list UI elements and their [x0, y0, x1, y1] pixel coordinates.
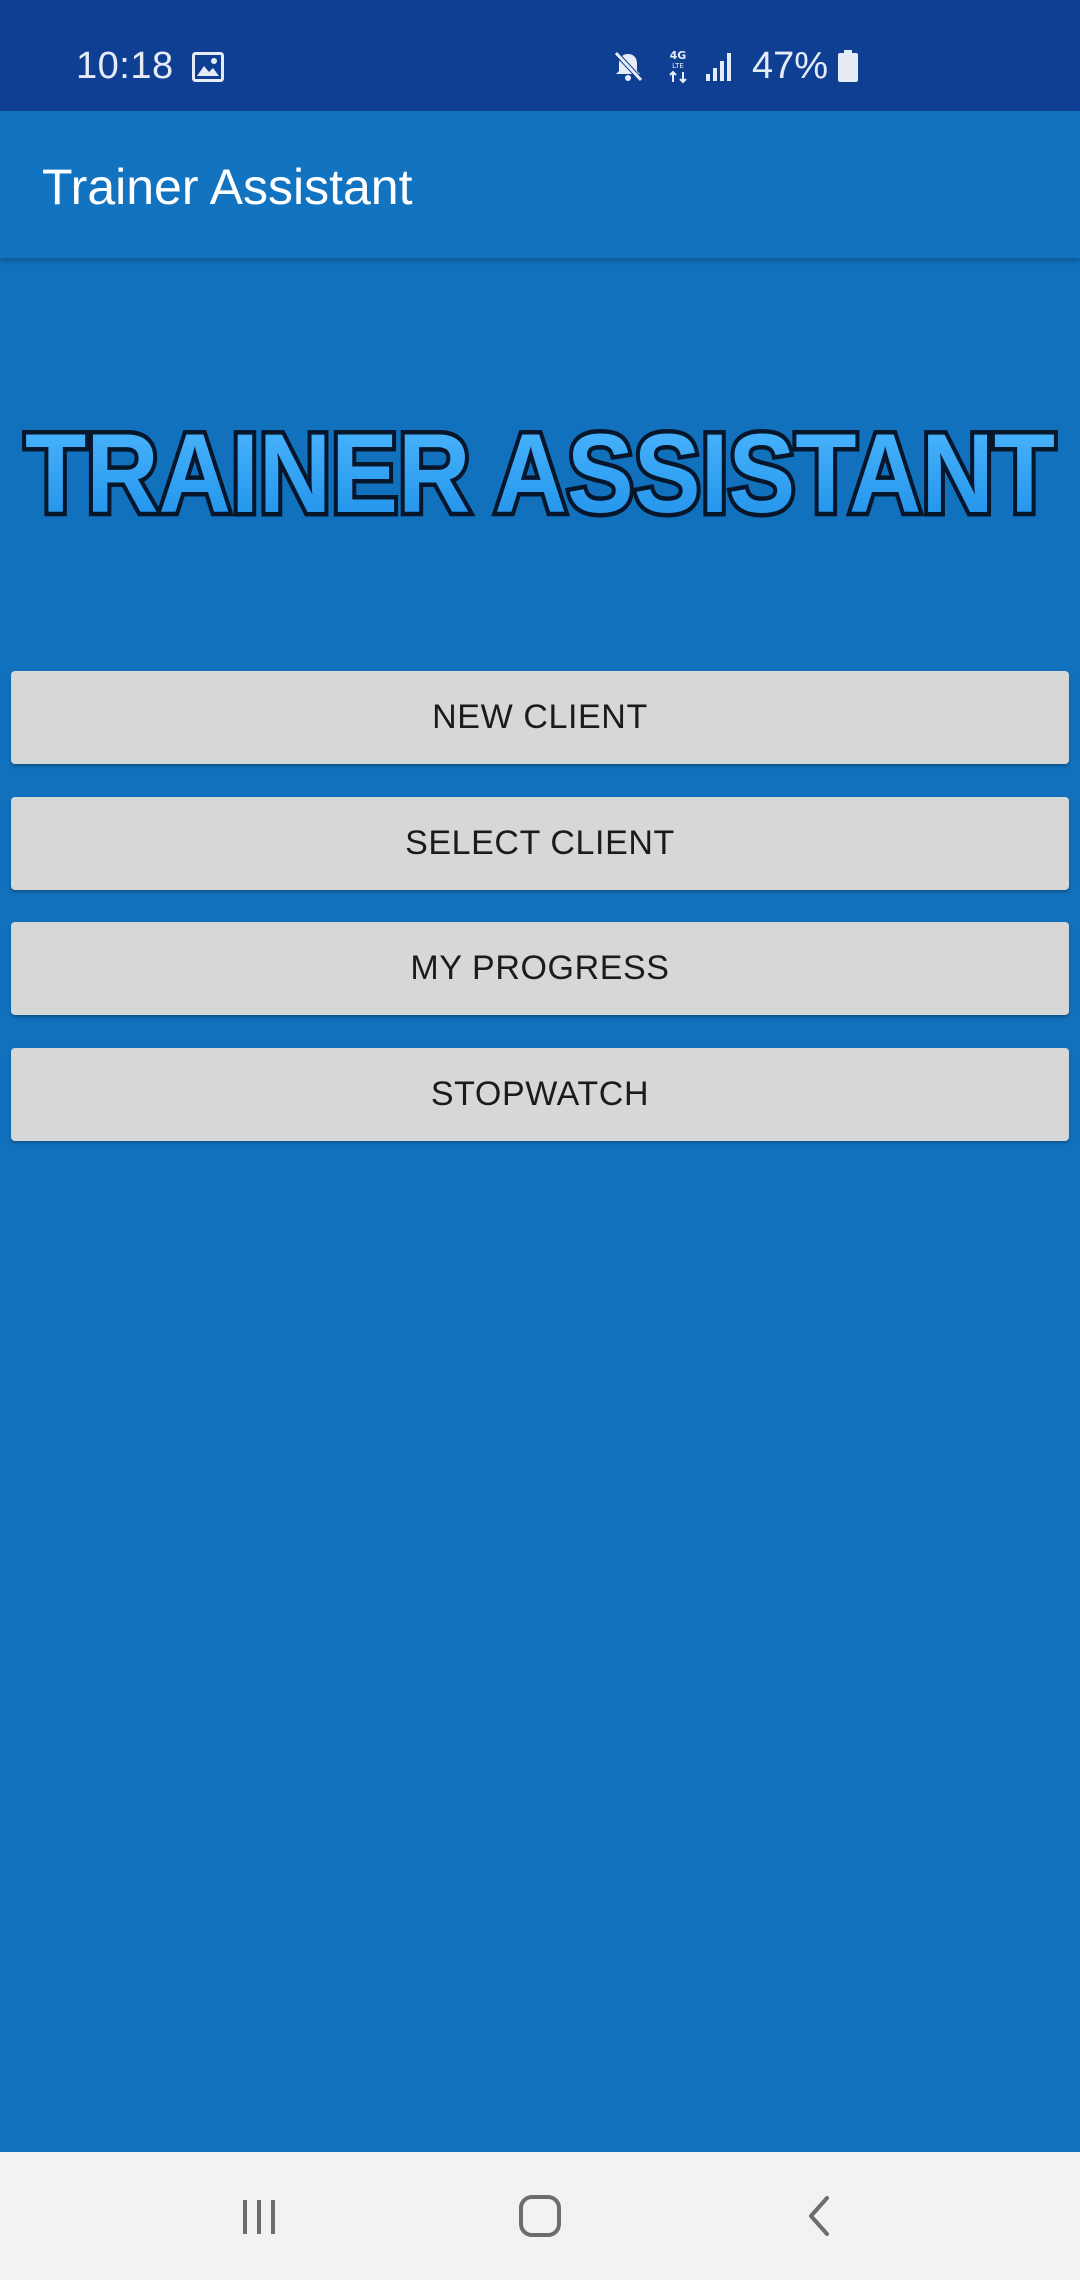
app-bar: Trainer Assistant	[0, 111, 1080, 258]
status-bar: 10:18 4G LTE 47%	[0, 0, 1080, 111]
logo-text: TRAINER ASSISTANT	[25, 411, 1055, 536]
mute-icon	[614, 51, 643, 82]
select-client-button[interactable]: SELECT CLIENT	[11, 797, 1069, 890]
navigation-bar	[0, 2152, 1080, 2280]
stopwatch-button[interactable]: STOPWATCH	[11, 1048, 1069, 1141]
svg-text:LTE: LTE	[672, 62, 684, 70]
recents-button[interactable]	[219, 2176, 299, 2256]
my-progress-button[interactable]: MY PROGRESS	[11, 922, 1069, 1015]
app-title: Trainer Assistant	[42, 159, 413, 215]
lte-4g-icon: 4G LTE	[669, 49, 687, 84]
back-button[interactable]	[781, 2176, 861, 2256]
home-icon	[519, 2195, 561, 2237]
trainer-assistant-logo: TRAINER ASSISTANT	[21, 407, 1060, 541]
status-indicators: 4G LTE 47%	[610, 42, 859, 90]
new-client-button[interactable]: NEW CLIENT	[11, 671, 1069, 764]
battery-icon	[838, 50, 859, 82]
status-time: 10:18	[76, 45, 174, 87]
svg-text:4G: 4G	[670, 49, 687, 62]
back-icon	[809, 2196, 829, 2236]
signal-icon	[706, 53, 731, 81]
home-button[interactable]	[500, 2176, 580, 2256]
recents-icon	[243, 2200, 275, 2234]
battery-percent: 47%	[752, 45, 829, 87]
gallery-icon	[192, 52, 224, 82]
